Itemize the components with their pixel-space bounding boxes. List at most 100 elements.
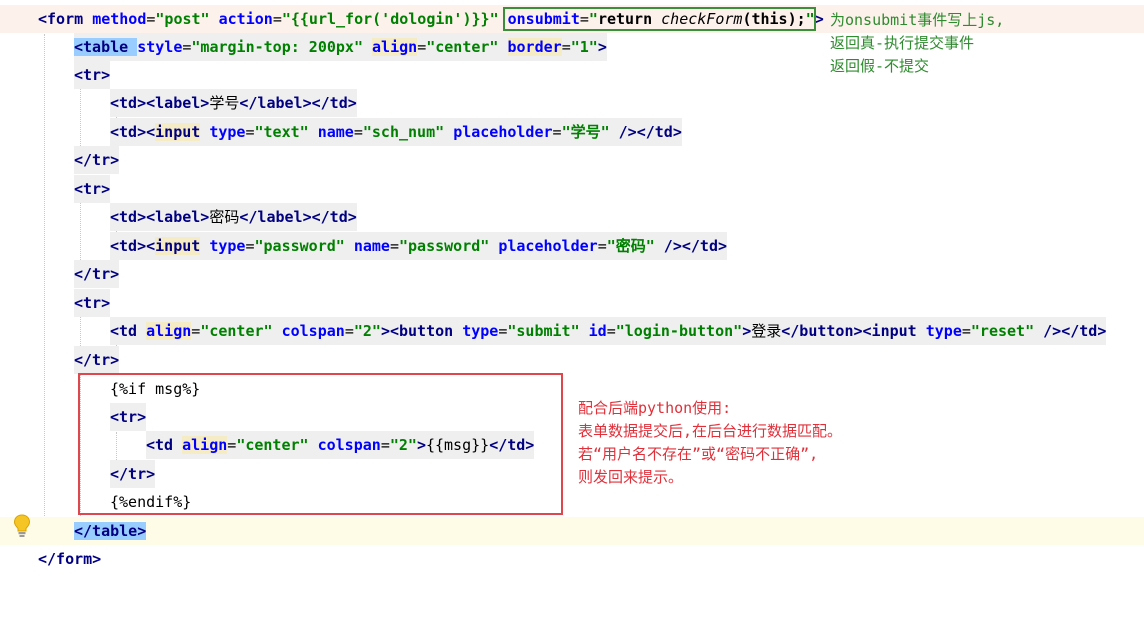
type-attribute: type — [209, 123, 246, 141]
tr-tag: <tr> — [74, 180, 111, 198]
colspan-attribute: colspan — [281, 322, 345, 340]
equals-sign: = — [344, 322, 354, 340]
code-line-input-password[interactable]: <td><input type="password" name="passwor… — [0, 232, 1144, 260]
button-tag: ><button — [380, 322, 463, 340]
method-attribute: method — [92, 10, 147, 28]
style-value: "margin-top: 200px" — [191, 38, 363, 56]
tr-close-tag: </tr> — [74, 351, 120, 369]
td-label-tag: <td><label> — [110, 94, 210, 112]
equals-sign: = — [552, 123, 562, 141]
placeholder-value: "学号" — [561, 123, 610, 141]
style-attribute: style — [137, 38, 183, 56]
action-template: {{url_for('dologin')}} — [290, 10, 490, 28]
placeholder-attribute: placeholder — [453, 123, 553, 141]
equals-sign: = — [272, 10, 282, 28]
onsubmit-annotation: 为onsubmit事件写上js, 返回真-执行提交事件 返回假-不提交 — [830, 9, 1004, 78]
type-value: "submit" — [507, 322, 580, 340]
label-text: 学号 — [209, 94, 240, 112]
tag-close: > — [597, 38, 607, 56]
name-value: "password" — [399, 237, 490, 255]
equals-sign: = — [417, 38, 427, 56]
label-text: 密码 — [209, 208, 240, 226]
annotation-line: 配合后端python使用: — [578, 399, 732, 417]
tag-close: /></td> — [654, 237, 728, 255]
tr-tag: <tr> — [74, 66, 111, 84]
msg-block-highlight-box — [78, 373, 563, 515]
equals-sign: = — [606, 322, 616, 340]
annotation-line: 为onsubmit事件写上js, — [830, 11, 1005, 29]
tag-close: /></td> — [1034, 322, 1107, 340]
annotation-line: 若“用户名不存在”或“密码不正确”, — [578, 445, 819, 463]
code-line-label-student-number[interactable]: <td><label>学号</label></td> — [0, 89, 1144, 117]
placeholder-value: "密码" — [606, 237, 655, 255]
table-tag: <table — [74, 38, 138, 56]
td-label-tag: <td><label> — [110, 208, 210, 226]
form-close-tag: </form> — [38, 550, 102, 568]
td-tag: <td>< — [110, 123, 156, 141]
annotation-line: 返回假-不提交 — [830, 57, 930, 75]
code-line-table-close[interactable]: </table> — [0, 517, 1144, 545]
equals-sign: = — [389, 237, 399, 255]
tag-close: /></td> — [609, 123, 682, 141]
equals-sign: = — [191, 322, 201, 340]
method-value: "post" — [155, 10, 210, 28]
id-value: "login-button" — [615, 322, 743, 340]
code-line-tr-close[interactable]: </tr> — [0, 346, 1144, 374]
tr-tag: <tr> — [74, 294, 111, 312]
backend-annotation: 配合后端python使用: 表单数据提交后,在后台进行数据匹配。 若“用户名不存在”… — [578, 397, 842, 489]
code-line-buttons[interactable]: <td align="center" colspan="2"><button t… — [0, 317, 1144, 345]
border-value: "1" — [570, 38, 598, 56]
tr-close-tag: </tr> — [74, 151, 120, 169]
code-line-form-close[interactable]: </form> — [0, 545, 1144, 573]
equals-sign: = — [597, 237, 607, 255]
name-attribute: name — [353, 237, 390, 255]
code-line-input-sch-num[interactable]: <td><input type="text" name="sch_num" pl… — [0, 118, 1144, 146]
action-attribute: action — [218, 10, 273, 28]
type-attribute: type — [462, 322, 499, 340]
align-attribute: align — [372, 38, 418, 56]
name-value: "sch_num" — [362, 123, 445, 141]
equals-sign: = — [245, 123, 255, 141]
annotation-line: 返回真-执行提交事件 — [830, 34, 975, 52]
td-tag: <td>< — [110, 237, 156, 255]
code-line-tr-close[interactable]: </tr> — [0, 146, 1144, 174]
equals-sign: = — [245, 237, 255, 255]
colspan-value: "2" — [353, 322, 381, 340]
placeholder-attribute: placeholder — [498, 237, 598, 255]
lightbulb-icon[interactable] — [12, 513, 32, 539]
annotation-line: 表单数据提交后,在后台进行数据匹配。 — [578, 422, 843, 440]
code-line-tr-open[interactable]: <tr> — [0, 175, 1144, 203]
name-attribute: name — [317, 123, 354, 141]
tag-close: > — [742, 322, 752, 340]
quote: " — [489, 10, 499, 28]
border-attribute: border — [507, 38, 562, 56]
input-tag: input — [155, 123, 201, 141]
button-text: 登录 — [751, 322, 782, 340]
input-tag: </button><input — [781, 322, 926, 340]
code-line-tr-open[interactable]: <tr> — [0, 289, 1144, 317]
type-attribute: type — [209, 237, 246, 255]
code-line-tr-close[interactable]: </tr> — [0, 260, 1144, 288]
annotation-line: 则发回来提示。 — [578, 468, 684, 486]
td-label-close-tag: </label></td> — [239, 208, 357, 226]
type-value: "reset" — [970, 322, 1035, 340]
id-attribute: id — [588, 322, 607, 340]
align-value: "center" — [200, 322, 273, 340]
input-tag: input — [155, 237, 201, 255]
form-tag: <form — [38, 10, 93, 28]
td-tag: <td — [110, 322, 147, 340]
align-attribute: align — [146, 322, 192, 340]
type-value: "password" — [254, 237, 345, 255]
equals-sign: = — [961, 322, 971, 340]
code-line-label-password[interactable]: <td><label>密码</label></td> — [0, 203, 1144, 231]
